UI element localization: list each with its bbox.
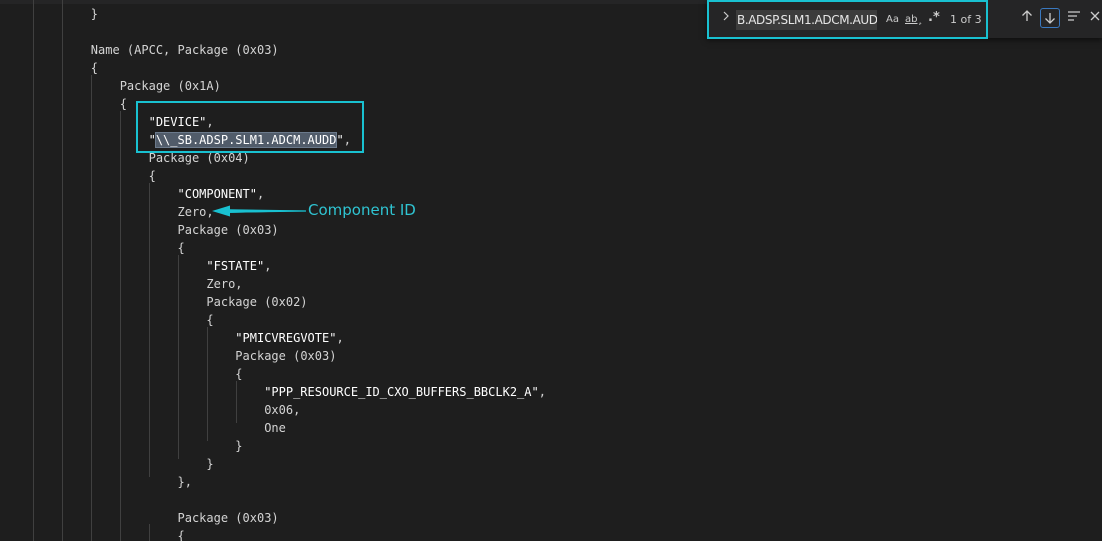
code-line[interactable]: Zero,	[33, 203, 214, 221]
code-editor[interactable]: } Name (APCC, Package (0x03) { Package (…	[0, 0, 1102, 541]
code-token: Package (0x1A)	[119, 79, 221, 93]
code-line[interactable]: {	[33, 527, 185, 541]
code-token: One	[264, 421, 286, 435]
code-token: {	[90, 61, 99, 75]
code-token: Zero,	[206, 277, 243, 291]
code-line[interactable]: "FSTATE",	[33, 257, 271, 275]
code-token: Package (0x03)	[177, 511, 279, 525]
code-line[interactable]: Package (0x1A)	[33, 77, 221, 95]
code-token: ,	[264, 259, 272, 273]
code-line[interactable]: {	[33, 239, 185, 257]
find-input[interactable]	[736, 10, 877, 30]
code-token: }	[206, 457, 214, 471]
annotation-label-component-id: Component ID	[308, 201, 416, 219]
code-line[interactable]: {	[33, 311, 214, 329]
code-token: {	[177, 241, 185, 255]
code-line[interactable]: Package (0x03)	[33, 509, 279, 527]
code-line[interactable]: Zero,	[33, 275, 243, 293]
code-token: }	[90, 7, 99, 21]
toggle-replace-chevron-icon[interactable]	[718, 10, 734, 28]
find-in-selection-icon[interactable]	[1066, 10, 1082, 28]
match-count: 1 of 3	[950, 13, 982, 26]
code-token: {	[177, 529, 185, 541]
string-token: "PMICVREGVOTE"	[235, 331, 337, 345]
code-token: ,	[538, 385, 546, 399]
code-line[interactable]: Name (APCC, Package (0x03)	[33, 41, 279, 59]
code-line[interactable]: }	[33, 5, 98, 23]
code-token: Package (0x02)	[206, 295, 308, 309]
code-line[interactable]: {	[33, 95, 127, 113]
code-line[interactable]: 0x06,	[33, 401, 300, 419]
code-token: 0x06,	[264, 403, 301, 417]
code-line[interactable]: {	[33, 365, 243, 383]
string-token: "PPP_RESOURCE_ID_CXO_BUFFERS_BBCLK2_A"	[264, 385, 539, 399]
string-token: "COMPONENT"	[177, 187, 257, 201]
code-line[interactable]: Package (0x03)	[33, 221, 279, 239]
code-token: {	[206, 313, 214, 327]
string-token: "FSTATE"	[206, 259, 265, 273]
code-token: Package (0x04)	[148, 151, 250, 165]
previous-match-arrow-up-icon[interactable]	[1019, 9, 1035, 29]
match-whole-word-icon[interactable]: ab,	[905, 12, 922, 28]
match-case-icon[interactable]: Aa	[886, 12, 899, 28]
annotation-box-device	[136, 101, 364, 153]
code-line[interactable]: }	[33, 455, 214, 473]
code-token: ,	[336, 331, 344, 345]
code-token: {	[235, 367, 243, 381]
code-token: ,	[256, 187, 265, 201]
code-line[interactable]: {	[33, 59, 98, 77]
code-token: Package (0x03)	[177, 223, 279, 237]
code-line[interactable]: "COMPONENT",	[33, 185, 265, 203]
code-token: }	[235, 439, 243, 453]
code-token: Package (0x03)	[235, 349, 337, 363]
annotation-arrow-icon	[212, 205, 306, 217]
code-line[interactable]: Package (0x02)	[33, 293, 308, 311]
close-icon[interactable]	[1088, 10, 1102, 28]
code-line[interactable]: One	[33, 419, 286, 437]
next-match-arrow-down-icon[interactable]	[1040, 8, 1060, 28]
code-token: {	[148, 169, 156, 183]
code-token: {	[119, 97, 127, 111]
code-line[interactable]: "PPP_RESOURCE_ID_CXO_BUFFERS_BBCLK2_A",	[33, 383, 546, 401]
code-token: },	[177, 475, 192, 489]
code-line[interactable]: "PMICVREGVOTE",	[33, 329, 344, 347]
code-line[interactable]: }	[33, 437, 243, 455]
use-regex-icon[interactable]: .*	[928, 10, 940, 26]
code-line[interactable]: {	[33, 167, 156, 185]
code-line[interactable]: },	[33, 473, 192, 491]
code-line[interactable]: Package (0x03)	[33, 347, 336, 365]
code-token: Name (APCC, Package (0x03)	[90, 43, 279, 57]
